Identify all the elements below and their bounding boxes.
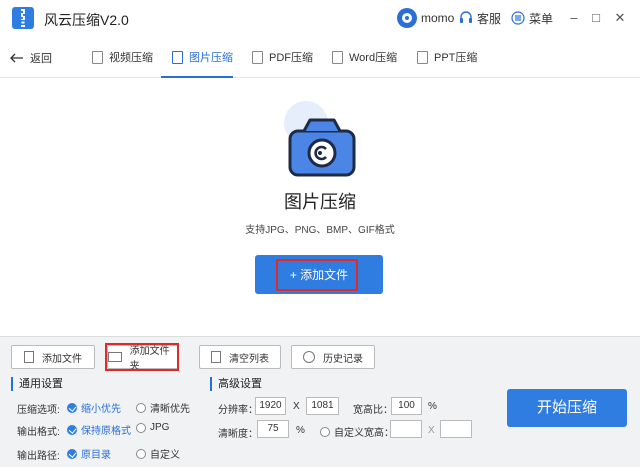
radio-smaller-first-label: 缩小优先	[81, 404, 121, 415]
menu-icon	[511, 11, 525, 25]
radio-checked-icon	[67, 402, 77, 413]
radio-smaller-first[interactable]: 缩小优先	[67, 400, 121, 415]
advanced-settings-title: 高级设置	[210, 377, 262, 391]
add-file-tool-button[interactable]: 添加文件	[11, 345, 95, 369]
clarity-label: 清晰度：	[218, 429, 258, 440]
back-button[interactable]: 返回	[10, 50, 52, 66]
custom-size-separator: X	[428, 425, 435, 436]
supported-formats: 支持JPG、PNG、BMP、GIF格式	[245, 225, 395, 236]
resolution-separator: X	[293, 401, 300, 412]
clear-list-button[interactable]: 清空列表	[199, 345, 281, 369]
folder-icon	[108, 352, 122, 362]
radio-unchecked-icon	[136, 422, 146, 433]
tab-video-label: 视频压缩	[109, 52, 153, 64]
app-logo-icon	[12, 7, 34, 29]
aspect-ratio-input[interactable]: 100	[391, 397, 422, 415]
radio-checked-icon	[67, 424, 77, 435]
tab-ppt-label: PPT压缩	[434, 52, 478, 64]
width-input[interactable]: 1920	[255, 397, 286, 415]
maximize-button[interactable]: □	[588, 9, 604, 27]
tab-pdf-label: PDF压缩	[269, 52, 313, 64]
tab-ppt[interactable]: PPT压缩	[417, 49, 477, 65]
tab-word[interactable]: Word压缩	[332, 49, 397, 65]
back-label: 返回	[30, 53, 52, 65]
add-file-button[interactable]: + 添加文件	[255, 255, 383, 294]
radio-clarity-first-label: 清晰优先	[150, 404, 190, 415]
close-button[interactable]: ✕	[612, 9, 628, 27]
radio-custom-dir-label: 自定义	[150, 450, 180, 461]
radio-original-dir-label: 原目录	[81, 450, 111, 461]
start-compress-button[interactable]: 开始压缩	[507, 389, 627, 427]
tab-pdf[interactable]: PDF压缩	[252, 49, 313, 65]
radio-custom-size[interactable]: 自定义宽高：	[320, 424, 394, 439]
add-folder-label: 添加文件夹	[129, 346, 170, 372]
tab-image[interactable]: 图片压缩	[172, 49, 233, 65]
app-title: 风云压缩V2.0	[44, 12, 129, 28]
custom-height-input[interactable]	[440, 420, 472, 438]
output-format-label: 输出格式:	[17, 427, 60, 438]
video-file-icon	[92, 50, 103, 64]
drop-area[interactable]: 图片压缩 支持JPG、PNG、BMP、GIF格式 + 添加文件	[0, 79, 640, 336]
radio-clarity-first[interactable]: 清晰优先	[136, 400, 190, 415]
aspect-ratio-label: 宽高比：	[353, 405, 393, 416]
image-file-icon	[172, 50, 183, 64]
menu-label: 菜单	[529, 11, 554, 26]
word-file-icon	[332, 50, 343, 64]
settings-panel: 添加文件 添加文件夹 清空列表 历史记录 通用设置 压缩选项: 缩小优先 清晰优…	[0, 336, 640, 467]
page-title: 图片压缩	[284, 192, 356, 212]
title-bar: 风云压缩V2.0 momo 客服 菜单 – □ ✕	[0, 0, 640, 36]
arrow-left-icon	[10, 53, 23, 63]
add-file-tool-label: 添加文件	[42, 353, 82, 365]
headset-icon	[460, 11, 472, 23]
clarity-input[interactable]: 75	[257, 420, 289, 438]
tab-video[interactable]: 视频压缩	[92, 49, 153, 65]
radio-unchecked-icon	[136, 448, 146, 459]
radio-checked-icon	[67, 448, 77, 459]
general-settings-title: 通用设置	[11, 377, 63, 391]
tab-word-label: Word压缩	[349, 52, 398, 64]
add-file-label: + 添加文件	[289, 268, 349, 282]
trash-icon	[211, 351, 221, 363]
radio-unchecked-icon	[320, 426, 330, 437]
tab-bar: 返回 视频压缩 图片压缩 PDF压缩 Word压缩 PPT压缩	[0, 36, 640, 78]
radio-original-dir[interactable]: 原目录	[67, 446, 111, 461]
active-tab-indicator	[161, 76, 233, 78]
customer-service-label: 客服	[477, 11, 502, 26]
clock-icon	[303, 351, 315, 363]
radio-jpg[interactable]: JPG	[136, 422, 169, 433]
ppt-file-icon	[417, 50, 428, 64]
radio-keep-format-label: 保持原格式	[81, 426, 131, 437]
menu-button[interactable]: 菜单	[511, 8, 553, 28]
pdf-file-icon	[252, 50, 263, 64]
user-name[interactable]: momo	[421, 11, 454, 25]
resolution-label: 分辨率：	[218, 405, 258, 416]
aspect-ratio-percent: %	[428, 401, 437, 412]
compress-option-label: 压缩选项:	[17, 405, 60, 416]
history-label: 历史记录	[323, 353, 363, 365]
custom-width-input[interactable]	[390, 420, 422, 438]
radio-jpg-label: JPG	[150, 422, 170, 433]
height-input[interactable]: 1081	[306, 397, 339, 415]
user-avatar[interactable]	[397, 8, 417, 28]
radio-unchecked-icon	[136, 402, 146, 413]
radio-keep-format[interactable]: 保持原格式	[67, 422, 131, 437]
radio-custom-size-label: 自定义宽高：	[334, 428, 394, 439]
add-folder-button[interactable]: 添加文件夹	[107, 345, 179, 372]
clear-list-label: 清空列表	[229, 353, 269, 365]
history-button[interactable]: 历史记录	[291, 345, 375, 369]
clarity-percent: %	[296, 425, 305, 436]
radio-custom-dir[interactable]: 自定义	[136, 446, 180, 461]
customer-service-button[interactable]: 客服	[459, 8, 501, 28]
output-path-label: 输出路径:	[17, 451, 60, 462]
camera-icon	[284, 101, 356, 177]
file-icon	[24, 351, 34, 363]
minimize-button[interactable]: –	[566, 9, 582, 27]
tab-image-label: 图片压缩	[189, 52, 233, 64]
